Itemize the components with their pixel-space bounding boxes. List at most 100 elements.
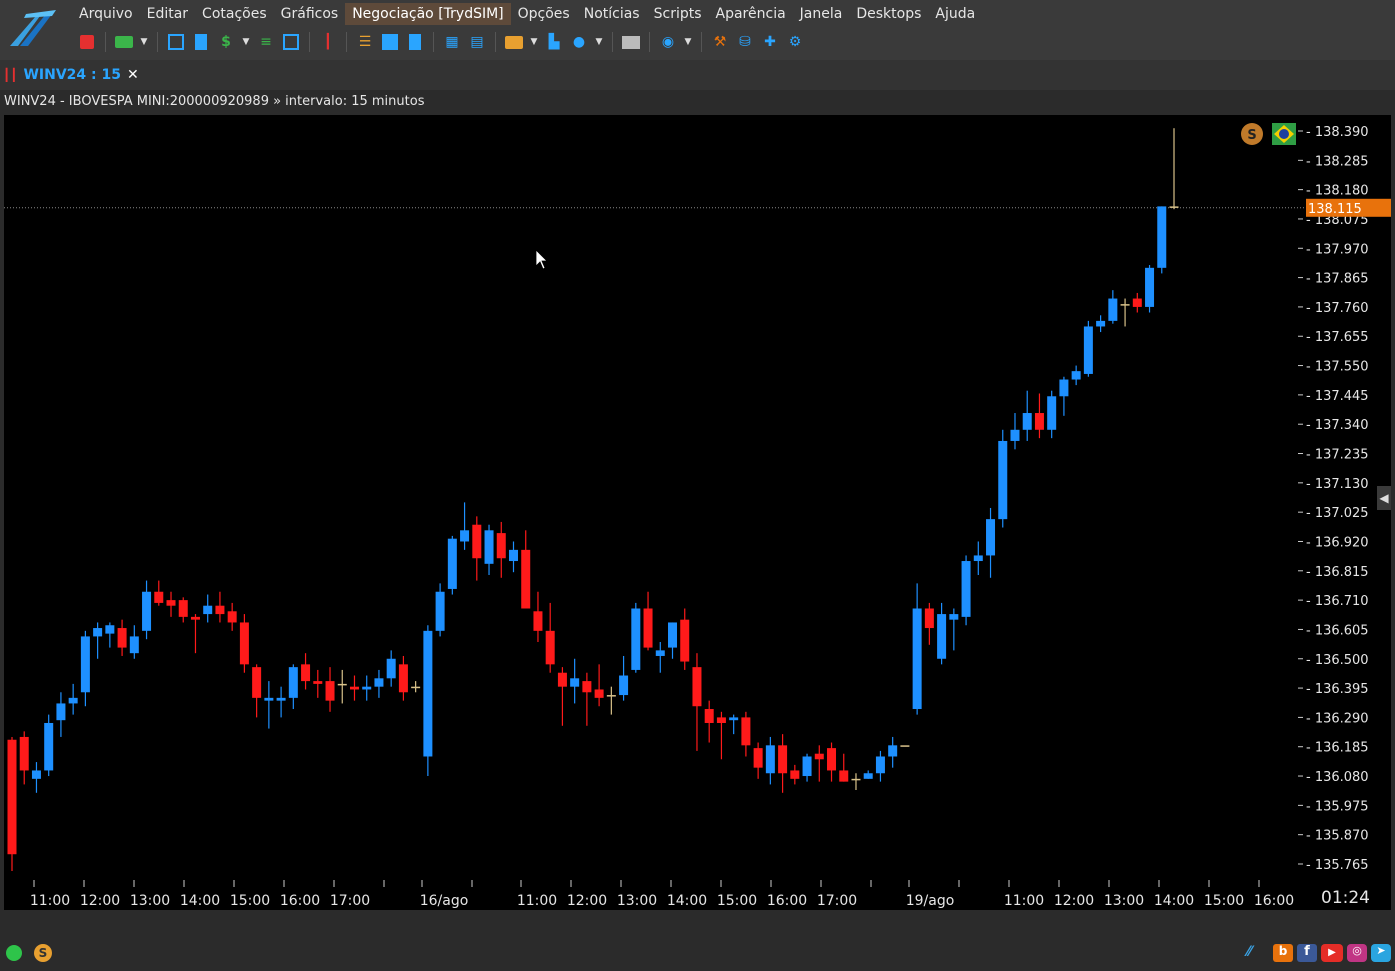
candle-body[interactable]: [545, 630, 555, 665]
grid-add-icon[interactable]: [165, 31, 187, 53]
telegram-icon[interactable]: ➤: [1371, 944, 1391, 962]
menu-item-graficos[interactable]: Gráficos: [274, 3, 346, 25]
candle-body[interactable]: [227, 611, 237, 623]
menu-item-aparencia[interactable]: Aparência: [709, 3, 793, 25]
candle-body[interactable]: [765, 745, 775, 774]
candle-body[interactable]: [900, 745, 910, 747]
candle-body[interactable]: [239, 622, 249, 665]
money-icon[interactable]: [113, 31, 135, 53]
menu-item-desktops[interactable]: Desktops: [849, 3, 928, 25]
candle-body[interactable]: [631, 608, 641, 670]
menu-item-ajuda[interactable]: Ajuda: [928, 3, 982, 25]
menu-item-janela[interactable]: Janela: [793, 3, 850, 25]
candle-body[interactable]: [594, 689, 604, 698]
candle-body[interactable]: [839, 770, 849, 782]
instagram-icon[interactable]: ◎: [1347, 944, 1367, 962]
candle-body[interactable]: [288, 667, 298, 698]
candle-body[interactable]: [692, 667, 702, 707]
candle-body[interactable]: [570, 678, 580, 687]
chevron-down-icon[interactable]: ▼: [240, 31, 252, 53]
candle-body[interactable]: [778, 745, 788, 774]
candle-body[interactable]: [105, 625, 115, 634]
candle-body[interactable]: [888, 745, 898, 757]
candle-body[interactable]: [460, 530, 470, 542]
bar-chart-icon[interactable]: ▙: [543, 31, 565, 53]
candle-body[interactable]: [129, 636, 139, 654]
stop-icon[interactable]: [76, 31, 98, 53]
candle-body[interactable]: [31, 770, 41, 779]
candle-body[interactable]: [1169, 206, 1179, 208]
candle-body[interactable]: [521, 549, 531, 609]
candle-body[interactable]: [655, 650, 665, 656]
blog-icon[interactable]: b: [1273, 944, 1293, 962]
candle-body[interactable]: [863, 773, 873, 779]
candle-body[interactable]: [1071, 371, 1081, 380]
spreadsheet-icon[interactable]: ▤: [466, 31, 488, 53]
candle-body[interactable]: [44, 722, 54, 771]
candle-body[interactable]: [729, 717, 739, 721]
candle-body[interactable]: [937, 614, 947, 659]
candle-body[interactable]: [386, 658, 396, 679]
candle-body[interactable]: [1047, 396, 1057, 430]
candle-body[interactable]: [643, 608, 653, 648]
candle-body[interactable]: [1083, 326, 1093, 374]
candle-body[interactable]: [411, 686, 421, 689]
candle-body[interactable]: [447, 538, 457, 589]
menu-item-cotacoes[interactable]: Cotações: [195, 3, 274, 25]
candles-icon[interactable]: ┃: [317, 31, 339, 53]
candle-body[interactable]: [851, 778, 861, 781]
candle-body[interactable]: [472, 524, 482, 559]
tools-icon[interactable]: ⚙: [784, 31, 806, 53]
candle-body[interactable]: [190, 616, 200, 620]
tryd-logo-icon[interactable]: ⁄⁄: [1247, 944, 1269, 962]
candle-body[interactable]: [533, 611, 543, 631]
document-icon[interactable]: [404, 31, 426, 53]
candle-body[interactable]: [435, 591, 445, 631]
database-icon[interactable]: ⛁: [734, 31, 756, 53]
candle-body[interactable]: [1010, 429, 1020, 441]
candle-body[interactable]: [325, 681, 335, 701]
puzzle-icon[interactable]: ✚: [759, 31, 781, 53]
window-split-icon[interactable]: [280, 31, 302, 53]
candle-body[interactable]: [924, 608, 934, 629]
candle-body[interactable]: [56, 703, 66, 721]
candle-body[interactable]: [203, 605, 213, 615]
chevron-down-icon[interactable]: ▼: [138, 31, 150, 53]
candle-body[interactable]: [668, 622, 678, 648]
tab-winv24[interactable]: ┃┃ WINV24 : 15 ✕: [3, 63, 139, 87]
candle-body[interactable]: [178, 600, 188, 617]
candle-body[interactable]: [716, 717, 726, 723]
chevron-down-icon[interactable]: ▼: [682, 31, 694, 53]
candle-body[interactable]: [1096, 320, 1106, 327]
candle-body[interactable]: [949, 614, 959, 620]
candle-body[interactable]: [753, 748, 763, 768]
youtube-icon[interactable]: ▶: [1321, 944, 1343, 962]
menu-item-negociacao[interactable]: Negociação [TrydSIM]: [345, 3, 511, 25]
candle-body[interactable]: [1145, 267, 1155, 307]
close-icon[interactable]: ✕: [127, 67, 139, 83]
candle-body[interactable]: [7, 739, 17, 855]
candle-body[interactable]: [802, 756, 812, 777]
candle-body[interactable]: [961, 561, 971, 617]
candle-body[interactable]: [215, 605, 225, 615]
menu-item-editar[interactable]: Editar: [140, 3, 195, 25]
database-settings-icon[interactable]: ◉: [657, 31, 679, 53]
candle-body[interactable]: [276, 697, 286, 701]
candle-body[interactable]: [1059, 379, 1069, 397]
calculator-icon[interactable]: [190, 31, 212, 53]
news-icon[interactable]: [620, 31, 642, 53]
candle-body[interactable]: [93, 628, 103, 637]
gavel-icon[interactable]: ⚒: [709, 31, 731, 53]
candle-body[interactable]: [912, 608, 922, 710]
candle-body[interactable]: [313, 681, 323, 684]
candle-body[interactable]: [1108, 298, 1118, 321]
candle-body[interactable]: [508, 549, 518, 562]
candle-body[interactable]: [80, 636, 90, 693]
candle-body[interactable]: [986, 519, 996, 556]
folder-icon[interactable]: [503, 31, 525, 53]
candle-body[interactable]: [349, 686, 359, 690]
price-chart[interactable]: - 138.390- 138.285- 138.180- 138.075- 13…: [4, 115, 1391, 910]
candle-body[interactable]: [166, 600, 176, 606]
candle-body[interactable]: [606, 695, 616, 697]
window-icon[interactable]: [379, 31, 401, 53]
